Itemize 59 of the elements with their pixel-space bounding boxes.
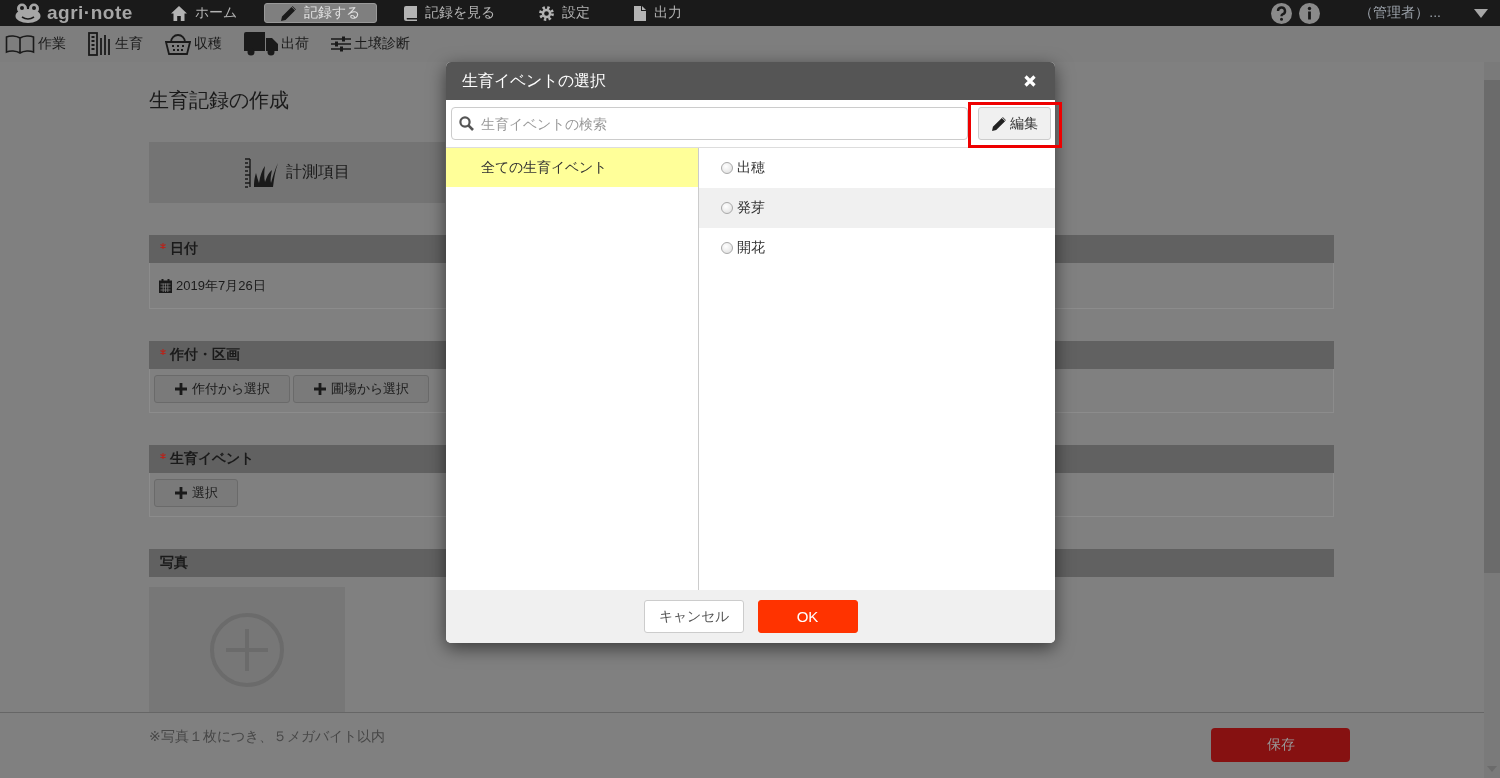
section-title: 写真 [160,554,188,572]
file-icon [634,5,646,21]
basket-icon [165,33,191,55]
category-item[interactable]: 全ての生育イベント [446,148,698,187]
subnav-link[interactable]: 出荷 [244,32,309,56]
save-button[interactable]: 保存 [1211,728,1350,762]
radio-button[interactable] [721,162,733,174]
gear-icon [539,5,554,21]
ok-button[interactable]: OK [757,600,858,633]
section-title: 作付・区画 [170,346,240,364]
search-icon [459,116,474,131]
subnav-link[interactable]: 生育 [88,32,143,56]
nav-link[interactable]: 出力 [617,3,699,23]
open-book-icon [5,34,35,54]
plus-icon [314,383,326,395]
plus-icon [175,487,187,499]
page-title: 生育記録の作成 [149,88,289,113]
truck-icon [244,32,278,56]
user-menu[interactable]: （管理者）... [1359,4,1441,22]
subnav-link[interactable]: 収穫 [165,33,222,55]
logo-text[interactable]: agri·note [47,2,133,24]
subnav-link[interactable]: 作業 [5,34,66,54]
calendar-icon [159,278,172,293]
search-field[interactable]: 生育イベントの検索 [451,107,968,140]
grass-ruler-icon [244,157,278,188]
select-button[interactable]: 圃場から選択 [293,375,429,403]
edit-button[interactable]: 編集 [978,107,1051,140]
scrollbar[interactable] [1484,62,1500,778]
date-value[interactable]: 2019年7月26日 [176,276,266,295]
caret-down-icon[interactable] [1474,8,1488,18]
category-tile[interactable]: 計測項目 [149,142,445,203]
select-button[interactable]: 作付から選択 [154,375,290,403]
section-title: 日付 [170,240,198,258]
select-button[interactable]: 選択 [154,479,238,507]
photo-add-tile[interactable] [149,587,345,712]
event-option[interactable]: 出穂 [699,148,1055,188]
info-icon[interactable] [1299,2,1321,24]
event-option[interactable]: 開花 [699,228,1055,268]
ruler-icon [88,32,112,56]
nav-link[interactable]: 記録する [264,3,377,23]
event-option[interactable]: 発芽 [699,188,1055,228]
nav-link[interactable]: 設定 [522,3,607,23]
sliders-icon [331,36,351,52]
pencil-icon [991,116,1006,131]
subnav-link[interactable]: 土壌診断 [331,35,410,53]
nav-link[interactable]: ホーム [154,3,254,23]
radio-button[interactable] [721,242,733,254]
help-icon[interactable] [1271,2,1293,24]
dialog-title: 生育イベントの選択 [462,70,606,91]
cancel-button[interactable]: キャンセル [643,600,744,633]
section-title: 生育イベント [170,450,254,468]
radio-button[interactable] [721,202,733,214]
home-icon [171,5,187,21]
pencil-icon [281,5,296,21]
nav-link[interactable]: 記録を見る [387,3,512,23]
frog-icon [15,3,41,23]
book-icon [404,5,417,21]
close-icon[interactable] [1024,75,1036,87]
plus-icon [175,383,187,395]
